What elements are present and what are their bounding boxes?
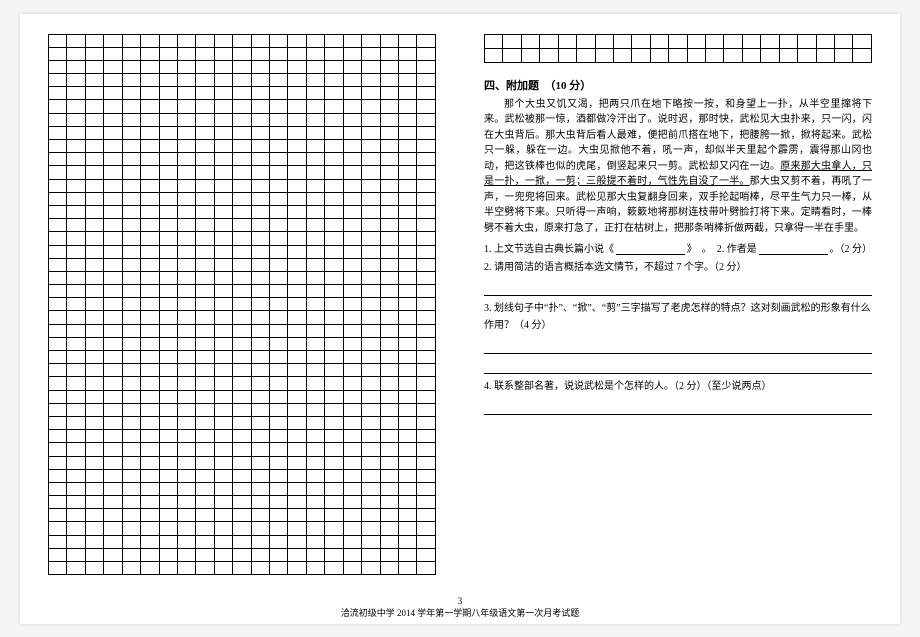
q3-answer-line-1[interactable] (484, 340, 872, 354)
q2-answer-line[interactable] (484, 282, 872, 296)
left-column (48, 34, 460, 606)
footer-text: 洽流初级中学 2014 学年第一学期八年级语文第一次月考试题 (20, 608, 900, 620)
question-1: 1. 上文节选自古典长篇小说《 》 。 2. 作者是 。（2 分） (484, 240, 872, 255)
writing-grid-large (48, 34, 436, 576)
question-2: 2. 请用简洁的语言概括本选文情节，不超过 7 个字。（2 分） (484, 259, 872, 276)
q1-blank-author[interactable] (759, 240, 828, 255)
question-3: 3. 划线句子中“扑”、“掀”、“剪”三字描写了老虎怎样的特点？这对刻画武松的形… (484, 300, 872, 334)
q1-blank-book[interactable] (616, 240, 685, 255)
page-footer: 3 洽流初级中学 2014 学年第一学期八年级语文第一次月考试题 (20, 596, 900, 619)
section4-heading: 四、附加题 （10 分） (484, 77, 872, 93)
q1-mid: 》 。 2. 作者是 (687, 240, 757, 255)
q1-suffix: 。（2 分） (830, 240, 873, 255)
q3-answer-line-2[interactable] (484, 360, 872, 374)
q4-answer-line[interactable] (484, 401, 872, 415)
q1-prefix: 1. 上文节选自古典长篇小说《 (484, 240, 614, 255)
reading-passage: 那个大虫又饥又渴，把两只爪在地下略按一按，和身望上一扑，从半空里撺将下来。武松被… (484, 97, 872, 237)
right-column: 四、附加题 （10 分） 那个大虫又饥又渴，把两只爪在地下略按一按，和身望上一扑… (460, 34, 872, 606)
exam-page: 四、附加题 （10 分） 那个大虫又饥又渴，把两只爪在地下略按一按，和身望上一扑… (20, 14, 900, 624)
writing-grid-small (484, 34, 872, 63)
page-number: 3 (20, 596, 900, 608)
question-4: 4. 联系整部名著，说说武松是个怎样的人。（2 分）（至少说两点） (484, 378, 872, 395)
